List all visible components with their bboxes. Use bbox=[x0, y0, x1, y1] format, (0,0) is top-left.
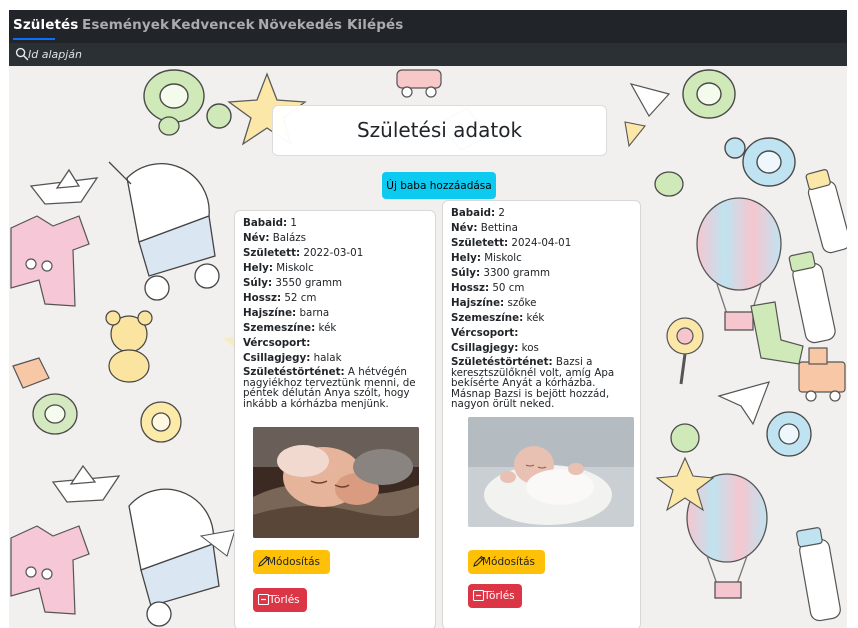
field-label: Csillagjegy: bbox=[451, 342, 519, 354]
field-value: Balázs bbox=[272, 232, 307, 244]
field-label: Hossz: bbox=[243, 292, 282, 304]
field-label: Hely: bbox=[451, 252, 481, 264]
field-value: barna bbox=[299, 307, 330, 319]
field-label: Csillagjegy: bbox=[243, 352, 311, 364]
field-value: 2 bbox=[498, 207, 505, 219]
app-frame: Születés Események Kedvencek Növekedés K… bbox=[9, 10, 847, 628]
field-row: Született: 2024-04-01 bbox=[451, 236, 635, 251]
field-value: 3300 gramm bbox=[483, 267, 551, 279]
baby-card-2: Babaid: 2 Név: Bettina Született: 2024-0… bbox=[442, 200, 641, 628]
field-row: Hely: Miskolc bbox=[451, 251, 635, 266]
field-label: Hossz: bbox=[451, 282, 490, 294]
nav-active-underline bbox=[13, 38, 55, 40]
field-value: Bettina bbox=[480, 222, 518, 234]
add-baby-button[interactable]: Új baba hozzáadása bbox=[382, 172, 496, 199]
field-row: Csillagjegy: kos bbox=[451, 341, 635, 356]
field-label: Név: bbox=[243, 232, 270, 244]
field-label: Született: bbox=[243, 247, 301, 259]
delete-button[interactable]: Törlés bbox=[468, 584, 522, 608]
nav-item-kedvencek[interactable]: Kedvencek bbox=[171, 17, 255, 33]
baby-photo bbox=[253, 427, 419, 538]
field-label: Súly: bbox=[243, 277, 273, 289]
field-row: Vércsoport: bbox=[243, 336, 431, 351]
field-value: 2024-04-01 bbox=[511, 237, 572, 249]
search-bar bbox=[9, 43, 847, 66]
nav-item-esemenyek[interactable]: Események bbox=[82, 17, 169, 33]
navbar: Születés Események Kedvencek Növekedés K… bbox=[9, 10, 847, 43]
edit-label: Módosítás bbox=[267, 556, 320, 568]
field-row: Babaid: 1 bbox=[243, 216, 431, 231]
field-label: Született: bbox=[451, 237, 509, 249]
search-icon[interactable] bbox=[15, 47, 29, 61]
birth-story: Születéstörténet: Bazsi a keresztszülőkn… bbox=[451, 357, 635, 410]
field-value: 2022-03-01 bbox=[303, 247, 364, 259]
field-row: Szemeszíne: kék bbox=[451, 311, 635, 326]
field-row: Név: Bettina bbox=[451, 221, 635, 236]
field-value: 50 cm bbox=[492, 282, 525, 294]
field-row: Hajszíne: szőke bbox=[451, 296, 635, 311]
field-row: Súly: 3300 gramm bbox=[451, 266, 635, 281]
page-title: Születési adatok bbox=[356, 118, 523, 142]
baby-info: Babaid: 1 Név: Balázs Született: 2022-03… bbox=[243, 216, 431, 409]
pencil-icon bbox=[258, 555, 270, 567]
field-label: Szemeszíne: bbox=[243, 322, 316, 334]
delete-label: Törlés bbox=[484, 590, 515, 602]
field-value: szőke bbox=[507, 297, 537, 309]
field-value: Miskolc bbox=[484, 252, 522, 264]
field-label: Babaid: bbox=[451, 207, 496, 219]
field-label: Hajszíne: bbox=[243, 307, 297, 319]
baby-card-1: Babaid: 1 Név: Balázs Született: 2022-03… bbox=[234, 210, 436, 628]
field-row: Súly: 3550 gramm bbox=[243, 276, 431, 291]
edit-label: Módosítás bbox=[482, 556, 535, 568]
field-label: Név: bbox=[451, 222, 478, 234]
field-label: Súly: bbox=[451, 267, 481, 279]
field-value: kék bbox=[318, 322, 337, 334]
field-value: kos bbox=[521, 342, 539, 354]
field-label: Vércsoport: bbox=[243, 337, 311, 349]
field-value: Miskolc bbox=[276, 262, 314, 274]
field-row: Név: Balázs bbox=[243, 231, 431, 246]
nav-item-szuletes[interactable]: Születés bbox=[13, 17, 78, 33]
minus-square-icon bbox=[472, 589, 485, 602]
edit-button[interactable]: Módosítás bbox=[468, 550, 545, 574]
delete-button[interactable]: Törlés bbox=[253, 588, 307, 612]
page-title-box: Születési adatok bbox=[272, 105, 607, 156]
field-row: Hossz: 50 cm bbox=[451, 281, 635, 296]
field-row: Szemeszíne: kék bbox=[243, 321, 431, 336]
field-value: 1 bbox=[290, 217, 297, 229]
nav-item-novekedes[interactable]: Növekedés bbox=[258, 17, 342, 33]
birth-story: Születéstörténet: A hétvégén nagyiékhoz … bbox=[243, 367, 431, 409]
field-row: Hossz: 52 cm bbox=[243, 291, 431, 306]
field-value: 3550 gramm bbox=[275, 277, 343, 289]
pencil-icon bbox=[473, 555, 485, 567]
field-row: Hajszíne: barna bbox=[243, 306, 431, 321]
baby-info: Babaid: 2 Név: Bettina Született: 2024-0… bbox=[451, 206, 635, 410]
field-value: kék bbox=[526, 312, 545, 324]
baby-photo bbox=[468, 417, 634, 527]
minus-square-icon bbox=[257, 593, 270, 606]
field-label: Babaid: bbox=[243, 217, 288, 229]
field-label: Hely: bbox=[243, 262, 273, 274]
field-row: Babaid: 2 bbox=[451, 206, 635, 221]
nav-item-kilepes[interactable]: Kilépés bbox=[347, 17, 403, 33]
edit-button[interactable]: Módosítás bbox=[253, 550, 330, 574]
delete-label: Törlés bbox=[269, 594, 300, 606]
field-value: halak bbox=[313, 352, 342, 364]
field-row: Hely: Miskolc bbox=[243, 261, 431, 276]
search-input[interactable] bbox=[28, 46, 228, 63]
field-label: Hajszíne: bbox=[451, 297, 505, 309]
field-label: Szemeszíne: bbox=[451, 312, 524, 324]
field-value: 52 cm bbox=[284, 292, 317, 304]
field-row: Vércsoport: bbox=[451, 326, 635, 341]
field-label: Vércsoport: bbox=[451, 327, 519, 339]
field-row: Csillagjegy: halak bbox=[243, 351, 431, 366]
field-row: Született: 2022-03-01 bbox=[243, 246, 431, 261]
